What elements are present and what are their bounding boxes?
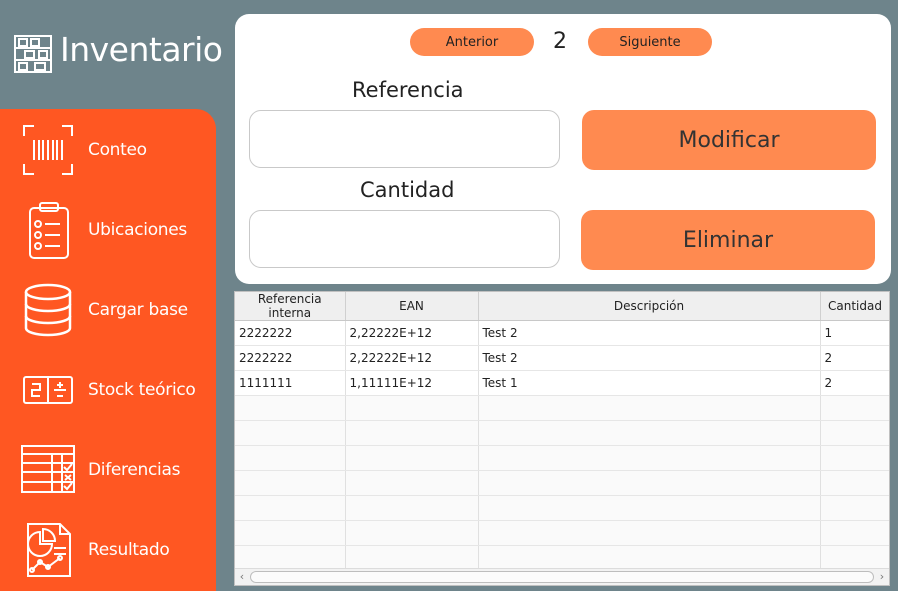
cell-referencia: 2222222	[235, 345, 346, 371]
empty-row	[235, 520, 889, 546]
cell-cantidad: 1	[820, 320, 889, 346]
cantidad-label: Cantidad	[360, 178, 455, 202]
empty-row	[235, 445, 889, 471]
empty-row	[235, 495, 889, 521]
app-title: Inventario	[60, 30, 223, 69]
page-number: 2	[553, 29, 567, 54]
database-icon	[24, 283, 72, 337]
cell-ean: 1,11111E+12	[345, 370, 479, 396]
sidebar-item-label: Diferencias	[88, 460, 181, 480]
report-chart-icon	[27, 523, 71, 577]
scrollbar-thumb[interactable]	[250, 571, 874, 583]
scroll-left-icon[interactable]: ‹	[235, 569, 249, 585]
sidebar-item-label: Cargar base	[88, 300, 188, 320]
previous-button[interactable]: Anterior	[410, 28, 534, 56]
empty-row	[235, 420, 889, 446]
referencia-input[interactable]	[249, 110, 560, 168]
inventory-table: Referencia interna EAN Descripción Canti…	[234, 291, 890, 586]
empty-row	[235, 470, 889, 496]
column-header-descripcion[interactable]: Descripción	[478, 292, 821, 321]
cell-descripcion: Test 2	[478, 320, 821, 346]
table-row[interactable]: 2222222 2,22222E+12 Test 2 1	[235, 320, 889, 346]
clipboard-list-icon	[29, 202, 69, 259]
eliminar-button[interactable]: Eliminar	[581, 210, 875, 270]
column-header-ean[interactable]: EAN	[345, 292, 479, 321]
cell-cantidad: 2	[820, 370, 889, 396]
column-header-cantidad[interactable]: Cantidad	[820, 292, 889, 321]
cell-cantidad: 2	[820, 345, 889, 371]
empty-row	[235, 545, 889, 571]
sidebar-item-conteo[interactable]: Conteo	[0, 110, 216, 190]
cell-descripcion: Test 1	[478, 370, 821, 396]
scroll-right-icon[interactable]: ›	[875, 569, 889, 585]
sidebar-item-diferencias[interactable]: Diferencias	[0, 430, 216, 510]
modificar-button[interactable]: Modificar	[582, 110, 876, 170]
barcode-scan-icon	[23, 125, 73, 175]
edit-panel: Anterior 2 Siguiente Referencia Cantidad…	[235, 14, 891, 284]
cell-ean: 2,22222E+12	[345, 345, 479, 371]
cell-referencia: 2222222	[235, 320, 346, 346]
sidebar: Conteo Ubicaciones Cargar base Stock teó…	[0, 109, 216, 591]
sidebar-item-resultado[interactable]: Resultado	[0, 510, 216, 590]
cell-ean: 2,22222E+12	[345, 320, 479, 346]
cell-descripcion: Test 2	[478, 345, 821, 371]
sidebar-item-stock-teorico[interactable]: Stock teórico	[0, 350, 216, 430]
cell-referencia: 1111111	[235, 370, 346, 396]
cantidad-input[interactable]	[249, 210, 560, 268]
referencia-label: Referencia	[352, 78, 464, 102]
calculator-icon	[23, 376, 73, 404]
table-header-row: Referencia interna EAN Descripción Canti…	[235, 292, 889, 321]
sidebar-item-ubicaciones[interactable]: Ubicaciones	[0, 190, 216, 270]
table-row[interactable]: 1111111 1,11111E+12 Test 1 2	[235, 370, 889, 396]
next-button[interactable]: Siguiente	[588, 28, 712, 56]
spreadsheet-check-icon	[21, 445, 75, 493]
column-header-referencia[interactable]: Referencia interna	[235, 292, 346, 321]
inventory-shelves-icon	[14, 35, 52, 73]
sidebar-item-cargar-base[interactable]: Cargar base	[0, 270, 216, 350]
sidebar-item-label: Stock teórico	[88, 380, 196, 400]
sidebar-item-label: Conteo	[88, 140, 147, 160]
empty-row	[235, 395, 889, 421]
sidebar-item-label: Resultado	[88, 540, 170, 560]
table-row[interactable]: 2222222 2,22222E+12 Test 2 2	[235, 345, 889, 371]
horizontal-scrollbar[interactable]: ‹ ›	[235, 568, 889, 585]
sidebar-item-label: Ubicaciones	[88, 220, 187, 240]
